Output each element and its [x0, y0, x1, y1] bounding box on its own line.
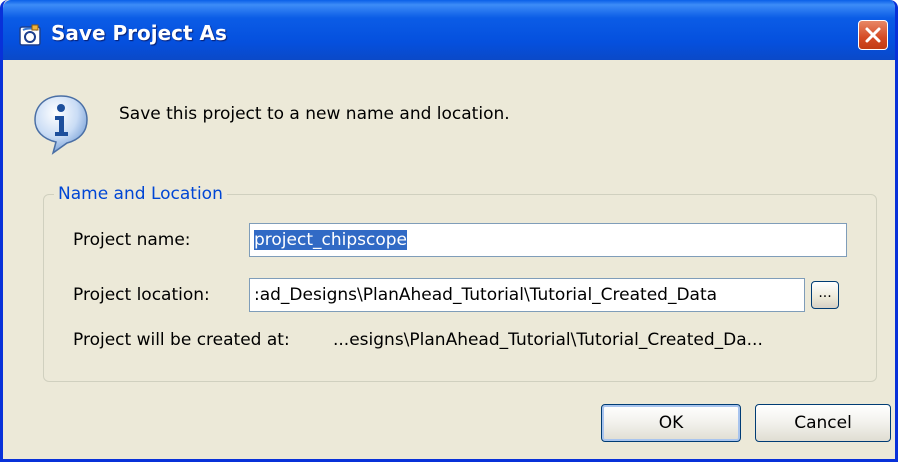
dialog-content: Save this project to a new name and loca… [3, 60, 895, 459]
created-at-path: ...esigns\PlanAhead_Tutorial\Tutorial_Cr… [333, 330, 763, 350]
browse-button[interactable]: ... [811, 281, 839, 309]
save-project-dialog: Save Project As Save this project to a n… [0, 0, 898, 462]
title-bar[interactable]: Save Project As [3, 0, 895, 60]
planahead-app-icon [19, 24, 41, 46]
close-icon [865, 27, 881, 43]
project-name-label: Project name: [73, 230, 191, 250]
group-legend: Name and Location [58, 184, 223, 204]
cancel-button[interactable]: Cancel [755, 404, 891, 442]
info-icon [34, 95, 88, 155]
project-name-value: project_chipscope [254, 230, 407, 250]
project-name-input[interactable]: project_chipscope [249, 223, 847, 257]
project-location-input[interactable]: :ad_Designs\PlanAhead_Tutorial\Tutorial_… [249, 278, 805, 312]
ok-button[interactable]: OK [601, 404, 741, 442]
created-at-label: Project will be created at: [73, 330, 290, 350]
project-location-label: Project location: [73, 285, 210, 305]
project-location-value: :ad_Designs\PlanAhead_Tutorial\Tutorial_… [254, 285, 718, 305]
info-message: Save this project to a new name and loca… [119, 104, 510, 124]
close-button[interactable] [858, 20, 888, 50]
window-title: Save Project As [51, 21, 227, 45]
